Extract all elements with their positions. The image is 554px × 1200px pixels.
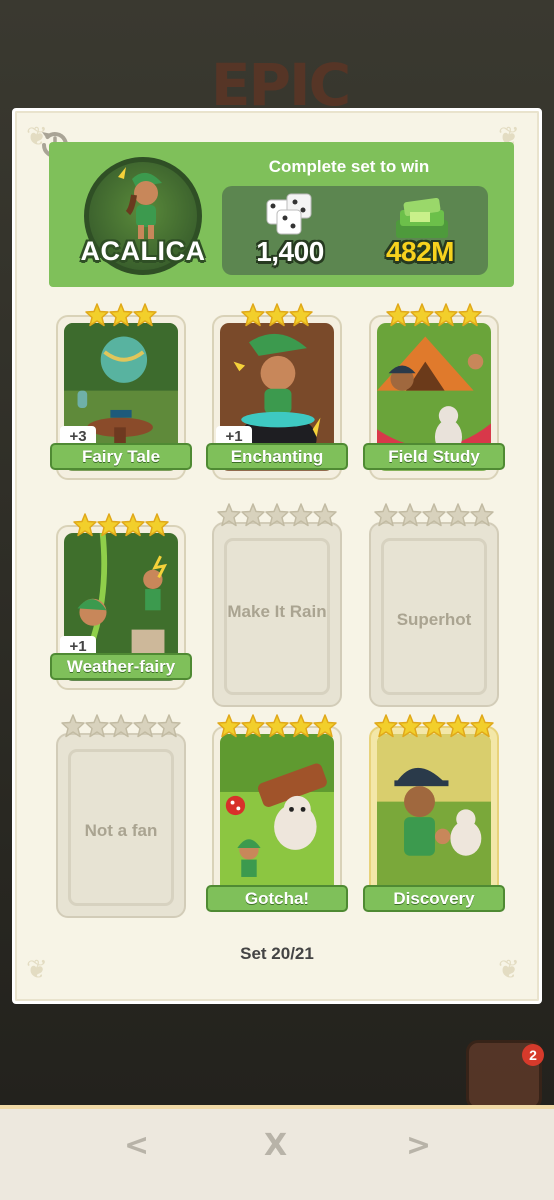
complete-set-text: Complete set to win — [268, 157, 430, 176]
sticker-card-weather-fairy[interactable]: +1 Weather-fairy — [50, 512, 192, 690]
star-icon — [446, 503, 470, 527]
sticker-card-not-a-fan[interactable]: Not a fan — [56, 713, 186, 918]
star-icon — [241, 503, 265, 527]
star-icon — [73, 513, 97, 537]
card-art — [377, 734, 491, 900]
sticker-card-field-study[interactable]: Field Study — [363, 302, 505, 480]
star-icon — [398, 503, 422, 527]
star-icon — [85, 303, 109, 327]
star-icon — [410, 303, 434, 327]
corner-ornament: ❦ — [498, 955, 520, 985]
star-icon — [265, 714, 289, 738]
star-icon — [458, 303, 482, 327]
star-rating — [212, 502, 342, 530]
star-rating — [56, 302, 186, 330]
card-name: Gotcha! — [206, 885, 348, 912]
star-icon — [446, 714, 470, 738]
card-art — [220, 734, 334, 900]
star-rating — [56, 512, 186, 540]
star-icon — [374, 714, 398, 738]
star-icon — [265, 303, 289, 327]
star-icon — [241, 714, 265, 738]
star-icon — [61, 714, 85, 738]
star-rating — [369, 713, 499, 741]
star-rating — [212, 713, 342, 741]
sticker-card-discovery[interactable]: Discovery — [363, 713, 505, 912]
star-icon — [265, 503, 289, 527]
star-icon — [313, 503, 337, 527]
star-icon — [97, 513, 121, 537]
card-name: Discovery — [363, 885, 505, 912]
star-icon — [422, 714, 446, 738]
star-icon — [374, 503, 398, 527]
sticker-card-make-it-rain[interactable]: Make It Rain — [212, 502, 342, 707]
sticker-card-enchanting[interactable]: +1 Enchanting — [206, 302, 348, 480]
star-icon — [386, 303, 410, 327]
star-icon — [422, 503, 446, 527]
star-icon — [109, 714, 133, 738]
set-progress: Set 20/21 — [240, 944, 314, 963]
next-button[interactable]: > — [406, 1128, 431, 1163]
card-name: Superhot — [396, 610, 472, 629]
star-icon — [217, 714, 241, 738]
card-name: Fairy Tale — [50, 443, 192, 470]
cash-reward-value: 482M — [385, 236, 455, 267]
set-name: ACALICA — [80, 236, 206, 266]
dice-reward-value: 1,400 — [256, 236, 324, 267]
close-button[interactable]: X — [264, 1128, 287, 1163]
card-frame — [212, 726, 342, 909]
card-name: Make It Rain — [227, 602, 327, 621]
background-title: EPIC — [210, 51, 351, 119]
star-icon — [121, 513, 145, 537]
star-rating — [369, 302, 499, 330]
card-name: Not a fan — [84, 821, 158, 840]
star-icon — [217, 503, 241, 527]
star-icon — [145, 513, 169, 537]
star-icon — [85, 714, 109, 738]
card-frame: Superhot — [369, 522, 499, 707]
sticker-card-fairy-tale[interactable]: +3 Fairy Tale — [50, 302, 192, 480]
star-icon — [434, 303, 458, 327]
star-rating — [56, 713, 186, 741]
star-icon — [398, 714, 422, 738]
star-rating — [369, 502, 499, 530]
card-name: Field Study — [363, 443, 505, 470]
star-icon — [241, 303, 265, 327]
star-icon — [313, 714, 337, 738]
star-icon — [109, 303, 133, 327]
star-icon — [157, 714, 181, 738]
star-icon — [470, 714, 494, 738]
card-frame: Make It Rain — [212, 522, 342, 707]
star-icon — [289, 303, 313, 327]
card-name: Weather-fairy — [50, 653, 192, 680]
sticker-card-gotcha[interactable]: Gotcha! — [206, 713, 348, 912]
previous-button[interactable]: < — [124, 1128, 149, 1163]
sticker-card-superhot[interactable]: Superhot — [369, 502, 499, 707]
elf-character-icon — [118, 167, 162, 239]
star-icon — [133, 303, 157, 327]
card-frame: Not a fan — [56, 733, 186, 918]
star-icon — [289, 714, 313, 738]
star-icon — [289, 503, 313, 527]
star-icon — [133, 714, 157, 738]
corner-ornament: ❦ — [26, 955, 48, 985]
dice-icon — [266, 193, 312, 235]
card-frame — [369, 726, 499, 909]
notification-badge: 2 — [522, 1044, 544, 1066]
card-name: Enchanting — [206, 443, 348, 470]
star-rating — [212, 302, 342, 330]
star-icon — [470, 503, 494, 527]
